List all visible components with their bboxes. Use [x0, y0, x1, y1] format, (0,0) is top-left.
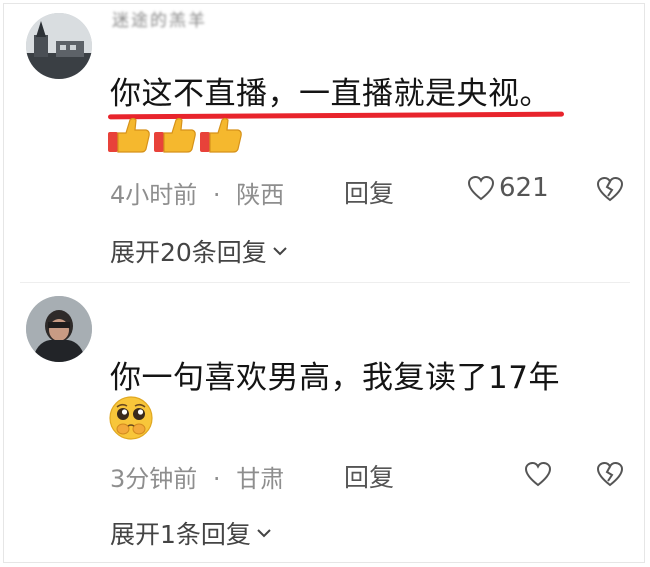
- meta-separator: ·: [212, 181, 221, 209]
- thumbs-up-icon: [154, 117, 196, 153]
- avatar-image: [26, 296, 92, 362]
- comment-time: 4小时前: [110, 181, 198, 209]
- comment-time: 3分钟前: [110, 465, 198, 493]
- expand-replies-button[interactable]: 展开1条回复: [110, 515, 273, 551]
- thumbs-up-icon: [200, 117, 242, 153]
- broken-heart-icon[interactable]: [596, 176, 624, 202]
- avatar-image: [26, 13, 92, 79]
- comment-meta: 4小时前 · 陕西: [110, 175, 284, 210]
- avatar[interactable]: [26, 13, 92, 79]
- heart-outline-icon: [467, 175, 495, 201]
- comment-text: 你这不直播，一直播就是央视。: [110, 76, 551, 112]
- reply-button[interactable]: 回复: [344, 174, 394, 210]
- reply-button[interactable]: 回复: [344, 458, 394, 494]
- like-count: 621: [499, 173, 549, 203]
- thumbs-up-icon: [108, 117, 150, 153]
- comment-location: 甘肃: [236, 465, 285, 493]
- chevron-down-icon: [273, 247, 287, 256]
- avatar[interactable]: [26, 296, 92, 362]
- chevron-down-icon: [257, 529, 271, 538]
- comment-meta: 3分钟前 · 甘肃: [110, 459, 284, 494]
- comment-item: 迷途的羔羊 你这不直播，一直播就是央视。 4小时前 · 陕西 回复 621 展开…: [0, 0, 650, 285]
- comment-location: 陕西: [236, 181, 285, 209]
- comment-item: 你一句喜欢男高，我复读了17年 3分钟前 · 甘肃 回复 展开1条回复: [0, 285, 650, 567]
- expand-replies-button[interactable]: 展开20条回复: [110, 233, 289, 269]
- expand-replies-label: 展开20条回复: [110, 238, 267, 267]
- comment-divider: [20, 282, 630, 283]
- broken-heart-icon[interactable]: [596, 461, 624, 487]
- heart-outline-icon[interactable]: [524, 461, 552, 487]
- meta-separator: ·: [212, 465, 221, 493]
- like-button[interactable]: 621: [467, 173, 549, 203]
- pleading-face-icon: [109, 396, 153, 440]
- expand-replies-label: 展开1条回复: [110, 520, 251, 549]
- comment-text: 你一句喜欢男高，我复读了17年: [110, 360, 560, 396]
- username[interactable]: 迷途的羔羊: [112, 6, 207, 31]
